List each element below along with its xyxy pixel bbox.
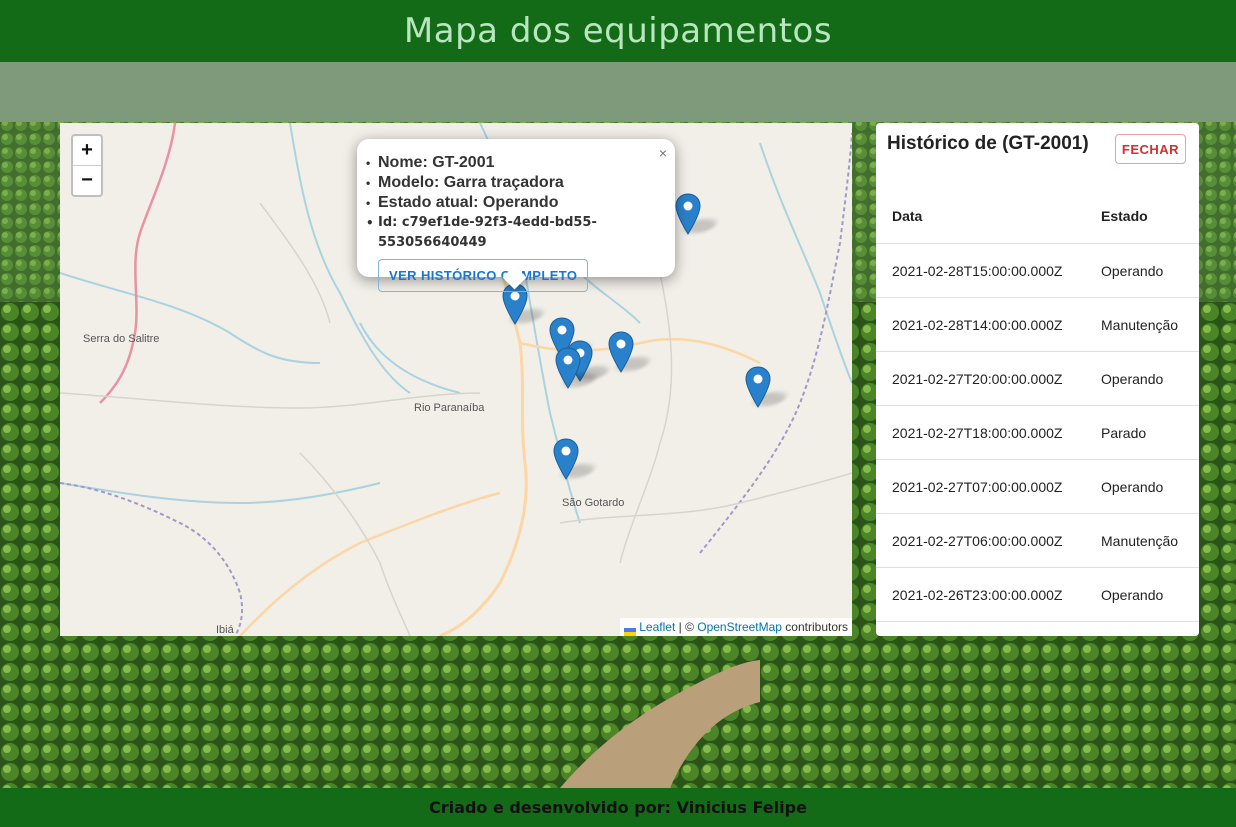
footer-credit: Criado e desenvolvido por: Vinicius Feli… [429, 798, 807, 817]
history-state: Operando [1085, 243, 1199, 298]
close-history-button[interactable]: FECHAR [1115, 134, 1186, 164]
equipment-map[interactable]: Serra do Salitre Rio Paranaíba São Gotar… [60, 123, 852, 636]
popup-close-icon[interactable]: × [659, 145, 667, 161]
map-attribution: Leaflet | © OpenStreetMap contributors [620, 618, 852, 636]
history-date: 2021-02-26T23:00:00.000Z [876, 567, 1085, 622]
app-footer: Criado e desenvolvido por: Vinicius Feli… [0, 788, 1236, 827]
history-date: 2021-02-28T15:00:00.000Z [876, 243, 1085, 298]
place-label: São Gotardo [562, 497, 625, 509]
equipment-marker[interactable] [553, 438, 599, 480]
history-state: Operando [1085, 567, 1199, 622]
osm-link[interactable]: OpenStreetMap [697, 620, 782, 634]
place-label: Rio Paranaíba [414, 402, 485, 414]
history-panel: Histórico de (GT-2001) FECHAR Data Estad… [876, 123, 1199, 636]
attribution-suffix: contributors [781, 620, 848, 634]
zoom-control: + − [71, 134, 103, 197]
page-title: Mapa dos equipamentos [403, 11, 833, 51]
history-state: Parado [1085, 405, 1199, 460]
history-date: 2021-02-28T14:00:00.000Z [876, 297, 1085, 352]
attribution-separator: | © [675, 620, 698, 634]
history-date: 2021-02-27T06:00:00.000Z [876, 513, 1085, 568]
equipment-details: Nome: GT-2001 Modelo: Garra traçadora Es… [366, 153, 655, 253]
table-row: 2021-02-27T18:00:00.000Z Parado [876, 405, 1199, 460]
equipment-marker[interactable] [608, 331, 654, 373]
history-state: Operando [1085, 351, 1199, 406]
history-date: 2021-02-27T20:00:00.000Z [876, 351, 1085, 406]
table-row: 2021-02-28T15:00:00.000Z Operando [876, 243, 1199, 298]
equipment-id: Id: c79ef1de-92f3-4edd-bd55-553056640449 [366, 213, 655, 253]
table-row: 2021-02-26T23:00:00.000Z Operando [876, 567, 1199, 622]
history-state: Manutenção [1085, 297, 1199, 352]
table-row: 2021-02-27T06:00:00.000Z Manutenção [876, 513, 1199, 568]
equipment-state: Estado atual: Operando [366, 193, 655, 213]
table-row: 2021-02-27T07:00:00.000Z Operando [876, 459, 1199, 514]
equipment-marker[interactable] [675, 193, 721, 235]
history-date: 2021-02-27T18:00:00.000Z [876, 405, 1085, 460]
zoom-in-button[interactable]: + [73, 136, 101, 166]
equipment-marker[interactable] [745, 366, 791, 408]
place-label: Ibiá [216, 624, 234, 636]
history-table: Data Estado 2021-02-28T15:00:00.000Z Oper… [876, 189, 1199, 622]
equipment-name: Nome: GT-2001 [366, 153, 655, 173]
history-state: Operando [1085, 459, 1199, 514]
equipment-popup: × Nome: GT-2001 Modelo: Garra traçadora … [357, 139, 675, 292]
table-row: 2021-02-27T20:00:00.000Z Operando [876, 351, 1199, 406]
app-header: Mapa dos equipamentos [0, 0, 1236, 62]
table-header-row: Data Estado [876, 189, 1199, 244]
history-date: 2021-02-27T07:00:00.000Z [876, 459, 1085, 514]
history-state: Manutenção [1085, 513, 1199, 568]
view-history-button[interactable]: VER HISTÓRICO COMPLETO [378, 259, 589, 292]
ukraine-flag-icon [624, 624, 637, 636]
column-header-state: Estado [1085, 189, 1199, 244]
column-header-date: Data [876, 189, 1085, 244]
table-row: 2021-02-28T14:00:00.000Z Manutenção [876, 297, 1199, 352]
equipment-marker[interactable] [555, 347, 601, 389]
place-label: Serra do Salitre [83, 333, 160, 345]
zoom-out-button[interactable]: − [73, 166, 101, 195]
equipment-model: Modelo: Garra traçadora [366, 173, 655, 193]
leaflet-link[interactable]: Leaflet [639, 620, 675, 634]
